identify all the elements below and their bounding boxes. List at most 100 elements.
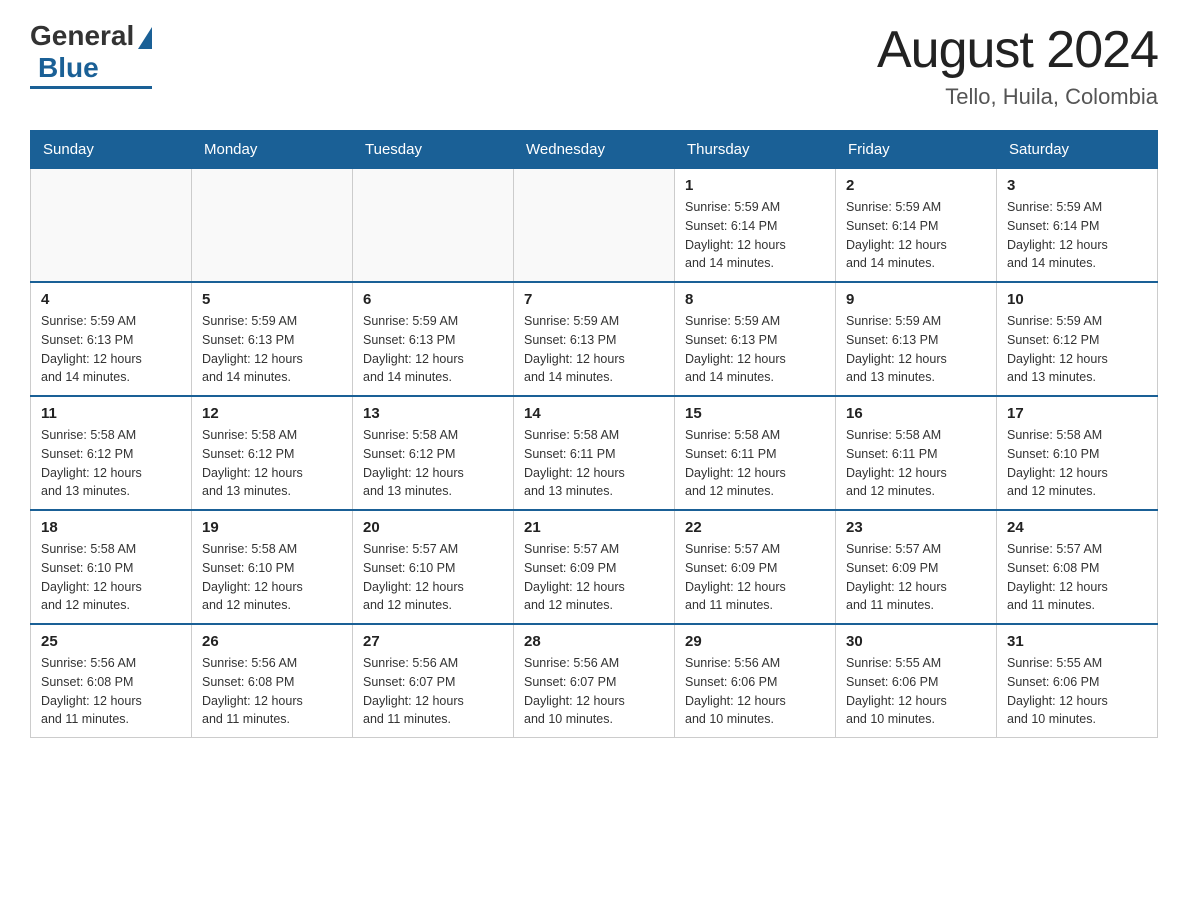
calendar-header-thursday: Thursday [675, 131, 836, 169]
day-number: 1 [685, 177, 825, 194]
calendar-cell: 14 Sunrise: 5:58 AM Sunset: 6:11 PM Dayli… [514, 396, 675, 510]
calendar-cell: 9 Sunrise: 5:59 AM Sunset: 6:13 PM Daylig… [836, 282, 997, 396]
calendar-header-wednesday: Wednesday [514, 131, 675, 169]
day-number: 20 [363, 519, 503, 536]
calendar-cell: 11 Sunrise: 5:58 AM Sunset: 6:12 PM Dayli… [31, 396, 192, 510]
day-number: 6 [363, 291, 503, 308]
day-number: 5 [202, 291, 342, 308]
day-number: 31 [1007, 633, 1147, 650]
day-info: Sunrise: 5:57 AM Sunset: 6:09 PM Dayligh… [685, 540, 825, 615]
calendar-cell: 12Sunrise: 5:58 AM Sunset: 6:12 PM Dayli… [192, 396, 353, 510]
calendar-header-monday: Monday [192, 131, 353, 169]
calendar-header-friday: Friday [836, 131, 997, 169]
calendar-cell: 30 Sunrise: 5:55 AM Sunset: 6:06 PM Dayli… [836, 624, 997, 738]
calendar-cell: 21Sunrise: 5:57 AM Sunset: 6:09 PM Dayli… [514, 510, 675, 624]
day-info: Sunrise: 5:58 AM Sunset: 6:12 PM Dayligh… [41, 426, 181, 501]
calendar-cell: 29 Sunrise: 5:56 AM Sunset: 6:06 PM Dayli… [675, 624, 836, 738]
day-info: Sunrise: 5:58 AM Sunset: 6:12 PM Dayligh… [363, 426, 503, 501]
calendar-cell [192, 169, 353, 283]
logo-general-text: General [30, 20, 134, 52]
day-number: 19 [202, 519, 342, 536]
day-info: Sunrise: 5:59 AM Sunset: 6:13 PM Dayligh… [202, 312, 342, 387]
calendar-week-row: 1 Sunrise: 5:59 AM Sunset: 6:14 PM Daylig… [31, 169, 1158, 283]
day-number: 4 [41, 291, 181, 308]
day-info: Sunrise: 5:59 AM Sunset: 6:12 PM Dayligh… [1007, 312, 1147, 387]
day-info: Sunrise: 5:56 AM Sunset: 6:06 PM Dayligh… [685, 654, 825, 729]
day-info: Sunrise: 5:59 AM Sunset: 6:13 PM Dayligh… [363, 312, 503, 387]
day-info: Sunrise: 5:59 AM Sunset: 6:14 PM Dayligh… [846, 198, 986, 273]
calendar-cell: 25 Sunrise: 5:56 AM Sunset: 6:08 PM Dayli… [31, 624, 192, 738]
calendar-header-saturday: Saturday [997, 131, 1158, 169]
day-number: 13 [363, 405, 503, 422]
calendar-cell [31, 169, 192, 283]
day-number: 8 [685, 291, 825, 308]
day-number: 29 [685, 633, 825, 650]
calendar-cell: 3Sunrise: 5:59 AM Sunset: 6:14 PM Daylig… [997, 169, 1158, 283]
day-info: Sunrise: 5:57 AM Sunset: 6:08 PM Dayligh… [1007, 540, 1147, 615]
calendar-header-row: SundayMondayTuesdayWednesdayThursdayFrid… [31, 131, 1158, 169]
day-number: 17 [1007, 405, 1147, 422]
day-info: Sunrise: 5:58 AM Sunset: 6:11 PM Dayligh… [524, 426, 664, 501]
calendar-table: SundayMondayTuesdayWednesdayThursdayFrid… [30, 130, 1158, 738]
day-number: 28 [524, 633, 664, 650]
day-number: 7 [524, 291, 664, 308]
day-info: Sunrise: 5:59 AM Sunset: 6:14 PM Dayligh… [685, 198, 825, 273]
day-number: 24 [1007, 519, 1147, 536]
month-title: August 2024 [877, 20, 1158, 80]
calendar-cell: 27Sunrise: 5:56 AM Sunset: 6:07 PM Dayli… [353, 624, 514, 738]
calendar-cell: 26 Sunrise: 5:56 AM Sunset: 6:08 PM Dayli… [192, 624, 353, 738]
calendar-week-row: 18 Sunrise: 5:58 AM Sunset: 6:10 PM Dayli… [31, 510, 1158, 624]
day-info: Sunrise: 5:59 AM Sunset: 6:13 PM Dayligh… [41, 312, 181, 387]
day-info: Sunrise: 5:58 AM Sunset: 6:11 PM Dayligh… [846, 426, 986, 501]
logo-underline [30, 86, 152, 89]
day-info: Sunrise: 5:55 AM Sunset: 6:06 PM Dayligh… [846, 654, 986, 729]
day-number: 14 [524, 405, 664, 422]
day-info: Sunrise: 5:58 AM Sunset: 6:11 PM Dayligh… [685, 426, 825, 501]
calendar-cell: 13 Sunrise: 5:58 AM Sunset: 6:12 PM Dayli… [353, 396, 514, 510]
calendar-cell: 18 Sunrise: 5:58 AM Sunset: 6:10 PM Dayli… [31, 510, 192, 624]
day-info: Sunrise: 5:59 AM Sunset: 6:13 PM Dayligh… [524, 312, 664, 387]
day-info: Sunrise: 5:58 AM Sunset: 6:10 PM Dayligh… [41, 540, 181, 615]
calendar-week-row: 11 Sunrise: 5:58 AM Sunset: 6:12 PM Dayli… [31, 396, 1158, 510]
page-header: General Blue August 2024 Tello, Huila, C… [30, 20, 1158, 110]
day-number: 18 [41, 519, 181, 536]
day-info: Sunrise: 5:56 AM Sunset: 6:08 PM Dayligh… [202, 654, 342, 729]
calendar-cell: 4 Sunrise: 5:59 AM Sunset: 6:13 PM Daylig… [31, 282, 192, 396]
calendar-cell: 7 Sunrise: 5:59 AM Sunset: 6:13 PM Daylig… [514, 282, 675, 396]
day-number: 10 [1007, 291, 1147, 308]
day-info: Sunrise: 5:58 AM Sunset: 6:10 PM Dayligh… [1007, 426, 1147, 501]
day-number: 26 [202, 633, 342, 650]
location-title: Tello, Huila, Colombia [877, 84, 1158, 110]
calendar-cell: 5 Sunrise: 5:59 AM Sunset: 6:13 PM Daylig… [192, 282, 353, 396]
day-info: Sunrise: 5:56 AM Sunset: 6:08 PM Dayligh… [41, 654, 181, 729]
day-number: 9 [846, 291, 986, 308]
day-info: Sunrise: 5:57 AM Sunset: 6:10 PM Dayligh… [363, 540, 503, 615]
calendar-cell: 31Sunrise: 5:55 AM Sunset: 6:06 PM Dayli… [997, 624, 1158, 738]
calendar-week-row: 4 Sunrise: 5:59 AM Sunset: 6:13 PM Daylig… [31, 282, 1158, 396]
day-number: 23 [846, 519, 986, 536]
day-number: 3 [1007, 177, 1147, 194]
calendar-cell: 20 Sunrise: 5:57 AM Sunset: 6:10 PM Dayli… [353, 510, 514, 624]
calendar-cell: 15 Sunrise: 5:58 AM Sunset: 6:11 PM Dayli… [675, 396, 836, 510]
title-section: August 2024 Tello, Huila, Colombia [877, 20, 1158, 110]
day-info: Sunrise: 5:59 AM Sunset: 6:13 PM Dayligh… [846, 312, 986, 387]
day-number: 25 [41, 633, 181, 650]
day-info: Sunrise: 5:56 AM Sunset: 6:07 PM Dayligh… [363, 654, 503, 729]
calendar-cell [353, 169, 514, 283]
calendar-cell: 2Sunrise: 5:59 AM Sunset: 6:14 PM Daylig… [836, 169, 997, 283]
day-number: 22 [685, 519, 825, 536]
calendar-cell: 8Sunrise: 5:59 AM Sunset: 6:13 PM Daylig… [675, 282, 836, 396]
calendar-cell: 19Sunrise: 5:58 AM Sunset: 6:10 PM Dayli… [192, 510, 353, 624]
calendar-cell: 6 Sunrise: 5:59 AM Sunset: 6:13 PM Daylig… [353, 282, 514, 396]
day-number: 21 [524, 519, 664, 536]
calendar-cell [514, 169, 675, 283]
calendar-header-sunday: Sunday [31, 131, 192, 169]
day-number: 11 [41, 405, 181, 422]
day-number: 16 [846, 405, 986, 422]
day-number: 30 [846, 633, 986, 650]
logo-triangle-icon [138, 27, 152, 49]
calendar-week-row: 25 Sunrise: 5:56 AM Sunset: 6:08 PM Dayli… [31, 624, 1158, 738]
calendar-cell: 16 Sunrise: 5:58 AM Sunset: 6:11 PM Dayli… [836, 396, 997, 510]
calendar-cell: 17 Sunrise: 5:58 AM Sunset: 6:10 PM Dayli… [997, 396, 1158, 510]
day-number: 15 [685, 405, 825, 422]
